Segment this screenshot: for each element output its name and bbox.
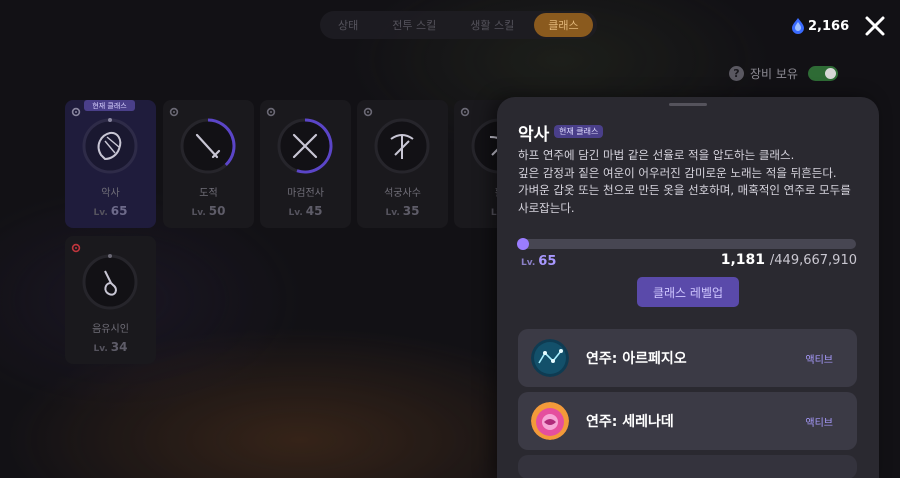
crossbow-class-icon: [374, 118, 430, 174]
class-card-spellblade[interactable]: 마검전사 Lv. 45: [260, 100, 351, 228]
currency-display: 2,166: [792, 16, 849, 36]
class-level: Lv. 45: [288, 204, 323, 218]
skill-type: 액티브: [805, 418, 833, 429]
help-icon[interactable]: ?: [729, 65, 744, 81]
lock-icon: [71, 243, 81, 253]
skill-row-arpeggio[interactable]: 연주: 아르페지오 액티브: [518, 329, 857, 387]
top-tabs: 상태 전투 스킬 생활 스킬 클래스: [320, 11, 597, 39]
gear-icon[interactable]: [266, 107, 276, 117]
current-class-badge: 현재 클래스: [554, 125, 604, 138]
lute-class-icon: [82, 254, 138, 310]
dagger-class-icon: [180, 118, 236, 174]
class-card-rogue[interactable]: 도적 Lv. 50: [163, 100, 254, 228]
skill-row-partial[interactable]: [518, 455, 857, 478]
currency-amount: 2,166: [808, 18, 850, 34]
class-card-bard[interactable]: 현재 클래스 악사 Lv. 65: [65, 100, 156, 228]
panel-level: Lv. 65: [521, 254, 557, 269]
description-line: 사로잡는다.: [518, 200, 575, 215]
equip-toggle[interactable]: [807, 65, 838, 81]
class-name: 악사: [101, 188, 120, 199]
experience-marker: [517, 238, 529, 250]
gear-icon[interactable]: [460, 107, 470, 117]
skill-name: 연주: 세레나데: [586, 414, 674, 430]
class-name: 음유시인: [92, 324, 129, 335]
gear-icon[interactable]: [363, 107, 373, 117]
tab-combat-skill[interactable]: 전투 스킬: [378, 13, 450, 37]
experience-count: 1,181 /449,667,910: [720, 252, 857, 268]
class-detail-panel: 악사 현재 클래스 하프 연주에 담긴 마법 같은 선율로 적을 압도하는 클래…: [497, 97, 879, 478]
panel-drag-handle[interactable]: [669, 103, 707, 106]
class-name: 마검전사: [287, 188, 324, 199]
close-icon[interactable]: [864, 15, 886, 37]
class-level: Lv. 50: [191, 204, 226, 218]
description-line: 깊은 감정과 짙은 여운이 어우러진 감미로운 노래는 적을 뒤흔든다.: [518, 165, 837, 180]
class-level: Lv. 34: [93, 340, 128, 354]
description-line: 가벼운 갑옷 또는 천으로 만든 옷을 선호하며, 매혹적인 연주로 모두를: [518, 183, 851, 197]
skill-type: 액티브: [805, 355, 833, 366]
blue-gem-icon: [792, 18, 804, 34]
description-line: 하프 연주에 담긴 마법 같은 선율로 적을 압도하는 클래스.: [518, 148, 795, 162]
class-level: Lv. 65: [93, 204, 128, 218]
skill-row-serenade[interactable]: 연주: 세레나데 액티브: [518, 392, 857, 450]
class-name: 도적: [199, 188, 218, 199]
arpeggio-skill-icon: [531, 339, 569, 377]
equip-toggle-label: 장비 보유: [750, 66, 798, 81]
gear-icon[interactable]: [71, 107, 81, 117]
class-name: 석궁사수: [384, 188, 421, 199]
harp-class-icon: [82, 118, 138, 174]
tab-status[interactable]: 상태: [324, 13, 372, 37]
class-description: 하프 연주에 담긴 마법 같은 선율로 적을 압도하는 클래스. 깊은 감정과 …: [518, 147, 863, 217]
tab-life-skill[interactable]: 생활 스킬: [456, 13, 528, 37]
gear-icon[interactable]: [169, 107, 179, 117]
sword-class-icon: [277, 118, 333, 174]
class-card-minstrel[interactable]: 음유시인 Lv. 34: [65, 236, 156, 364]
class-levelup-button[interactable]: 클래스 레벨업: [637, 277, 739, 307]
class-card-crossbow[interactable]: 석궁사수 Lv. 35: [357, 100, 448, 228]
experience-bar: [517, 238, 856, 250]
panel-class-title: 악사: [518, 125, 550, 145]
serenade-skill-icon: [531, 402, 569, 440]
skill-name: 연주: 아르페지오: [586, 351, 687, 367]
tab-class[interactable]: 클래스: [534, 13, 593, 37]
equip-filter: ? 장비 보유: [729, 63, 838, 83]
current-class-badge: 현재 클래스: [84, 100, 135, 111]
class-level: Lv. 35: [385, 204, 420, 218]
